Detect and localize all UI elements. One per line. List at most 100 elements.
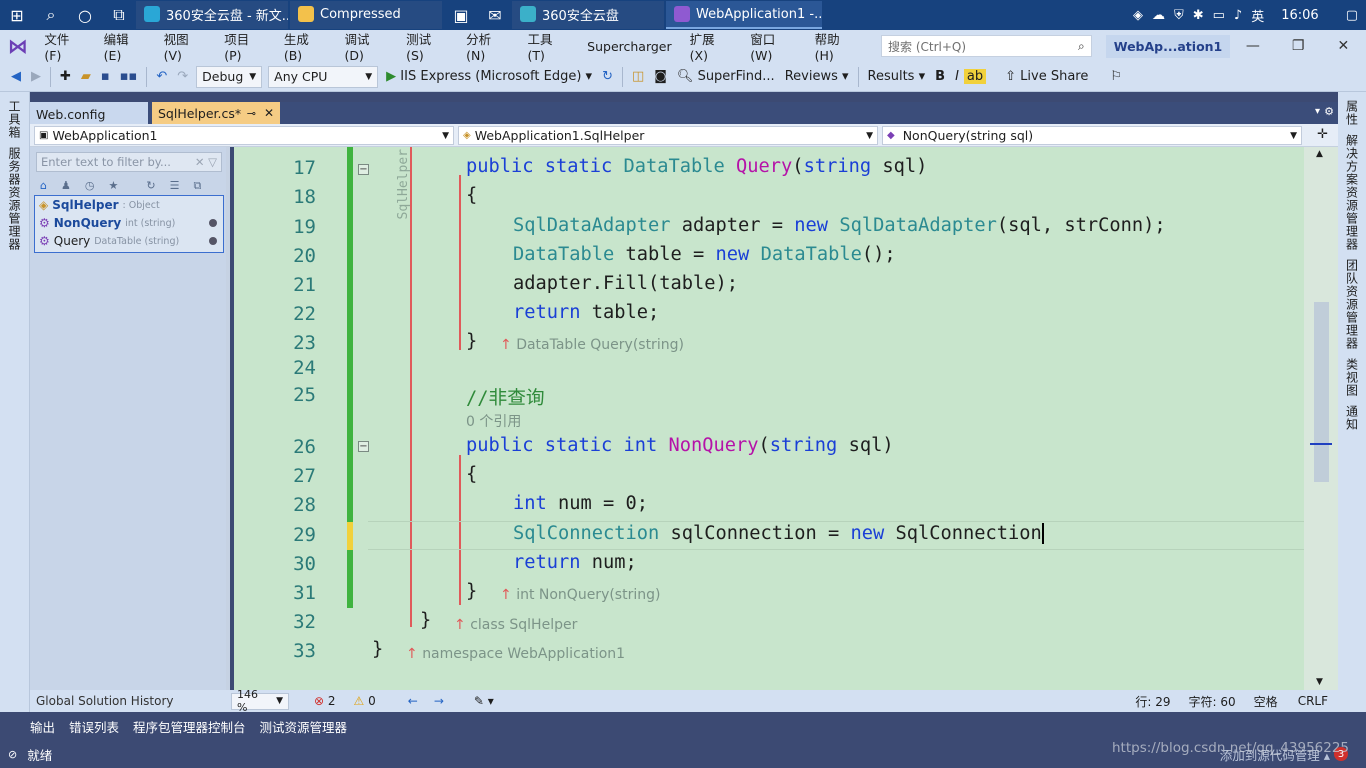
italic-button[interactable]: I — [950, 69, 964, 84]
toolbox-tab[interactable]: 工具箱 — [6, 100, 23, 139]
tab-web-config[interactable]: Web.config — [30, 102, 148, 124]
package-manager-console-tab[interactable]: 程序包管理器控制台 — [133, 717, 246, 736]
list-item[interactable]: ◈ SqlHelper : Object — [35, 196, 223, 214]
windows-start-icon[interactable]: ⊞ — [0, 0, 34, 30]
liveshare-button[interactable]: ⇧ Live Share — [1000, 69, 1093, 84]
tray-volume-icon[interactable]: ♪ — [1234, 8, 1242, 23]
tray-ime[interactable]: 英 — [1251, 6, 1264, 25]
menu-build[interactable]: 生成(B) — [275, 29, 336, 63]
save-icon[interactable]: ▪ — [96, 69, 115, 84]
taskbar-task-360[interactable]: 360安全云盘 — [512, 1, 664, 29]
brush-icon[interactable]: ✎ ▾ — [474, 694, 494, 708]
results-button[interactable]: Results ▾ — [863, 69, 931, 84]
global-history-tab[interactable]: Global Solution History — [30, 694, 228, 708]
class-view-tab[interactable]: 类视图 — [1344, 358, 1361, 397]
search-icon[interactable]: ⌕ — [34, 0, 68, 30]
mail-icon[interactable]: ✉ — [478, 0, 512, 30]
close-icon[interactable]: ✕ — [264, 106, 274, 120]
bold-button[interactable]: B — [930, 69, 950, 84]
highlight-icon[interactable]: ab — [963, 69, 987, 84]
list-icon[interactable]: ☰ — [170, 179, 180, 192]
reviews-button[interactable]: Reviews ▾ — [780, 69, 854, 84]
refresh-icon[interactable]: ↻ — [597, 69, 618, 84]
pin-icon[interactable]: ⊸ — [247, 107, 256, 120]
scroll-up-icon[interactable]: ▲ — [1316, 149, 1323, 159]
tray-shield-icon[interactable]: ⛨ — [1174, 8, 1184, 23]
menu-analyze[interactable]: 分析(N) — [457, 29, 518, 63]
collapse-toggle[interactable]: − — [358, 441, 369, 452]
store-icon[interactable]: ▣ — [444, 0, 478, 30]
settings-icon[interactable]: ⚙ — [1324, 105, 1334, 118]
menu-edit[interactable]: 编辑(E) — [95, 29, 155, 63]
menu-view[interactable]: 视图(V) — [155, 29, 216, 63]
clear-filter-icon[interactable]: ✕ ▽ — [195, 155, 217, 169]
minimize-button[interactable]: — — [1230, 38, 1275, 54]
restore-button[interactable]: ❐ — [1276, 38, 1321, 54]
list-item[interactable]: ⚙ Query DataTable (string) — [35, 232, 223, 250]
menu-test[interactable]: 测试(S) — [397, 29, 457, 63]
history-icon[interactable]: ◷ — [85, 179, 95, 192]
tab-sqlhelper[interactable]: SqlHelper.cs* ⊸ ✕ — [152, 102, 280, 124]
server-explorer-tab[interactable]: 服务器资源管理器 — [6, 147, 23, 251]
search-input[interactable]: 搜索 (Ctrl+Q) ⌕ — [881, 35, 1092, 57]
task-view-icon[interactable]: ⧉ — [102, 0, 136, 30]
menu-window[interactable]: 窗口(W) — [741, 29, 805, 63]
notifications-tab[interactable]: 通知 — [1344, 405, 1361, 431]
vertical-scrollbar[interactable]: ▲ ▼ — [1304, 147, 1338, 690]
back-icon[interactable]: ◀ — [6, 69, 26, 84]
solution-explorer-tab[interactable]: 解决方案资源管理器 — [1344, 134, 1361, 251]
tray-bluetooth-icon[interactable]: ✱ — [1193, 8, 1204, 23]
save-all-icon[interactable]: ▪▪ — [115, 69, 143, 84]
run-button[interactable]: ▶ IIS Express (Microsoft Edge) ▾ — [381, 69, 597, 84]
codelens-references[interactable]: 0 个引用 — [466, 411, 521, 431]
output-tab[interactable]: 输出 — [30, 717, 55, 736]
configuration-dropdown[interactable]: Debug ▼ — [196, 65, 263, 88]
copy-icon[interactable]: ⧉ — [193, 179, 201, 193]
menu-project[interactable]: 项目(P) — [215, 29, 275, 63]
home-icon[interactable]: ⌂ — [40, 179, 47, 192]
warning-count[interactable]: ⚠ 0 — [354, 694, 376, 708]
project-dropdown[interactable]: ▣ WebApplication1 ▼ — [34, 126, 454, 145]
redo-icon[interactable]: ↷ — [172, 69, 193, 84]
tray-network-icon[interactable]: ▭ — [1213, 8, 1225, 23]
properties-tab[interactable]: 属性 — [1344, 100, 1361, 126]
split-editor-icon[interactable]: ✛ — [1317, 127, 1328, 142]
scrollbar-thumb[interactable] — [1314, 302, 1329, 482]
collapse-toggle[interactable]: − — [358, 164, 369, 175]
forward-icon[interactable]: ▶ — [26, 69, 46, 84]
menu-tools[interactable]: 工具(T) — [518, 29, 578, 63]
zoom-dropdown[interactable]: 146 % ▼ — [231, 688, 289, 714]
platform-dropdown[interactable]: Any CPU ▼ — [268, 65, 379, 88]
superfind-button[interactable]: 🔍︎ SuperFind... — [672, 69, 780, 84]
screenshot-icon[interactable]: ◙ — [649, 69, 672, 84]
menu-file[interactable]: 文件(F) — [35, 29, 94, 63]
tray-app-icon[interactable]: ◈ — [1133, 8, 1143, 23]
browser-link-icon[interactable]: ◫ — [627, 69, 649, 84]
notification-icon[interactable]: ▢ — [1346, 8, 1358, 23]
scroll-down-icon[interactable]: ▼ — [1316, 677, 1323, 687]
undo-icon[interactable]: ↶ — [151, 69, 172, 84]
menu-supercharger[interactable]: Supercharger — [578, 39, 681, 54]
menu-extensions[interactable]: 扩展(X) — [681, 29, 742, 63]
taskbar-task-edge[interactable]: 360安全云盘 - 新文... — [136, 1, 288, 29]
cortana-icon[interactable]: ○ — [68, 0, 102, 30]
taskbar-task-vs[interactable]: WebApplication1 -... — [666, 1, 822, 29]
new-item-icon[interactable]: ✚ — [55, 69, 76, 84]
refresh-icon[interactable]: ↻ — [146, 179, 155, 192]
nav-forward-icon[interactable]: → — [434, 694, 444, 708]
list-item[interactable]: ⚙ NonQuery int (string) — [35, 214, 223, 232]
menu-debug[interactable]: 调试(D) — [335, 29, 397, 63]
test-explorer-tab[interactable]: 测试资源管理器 — [260, 717, 348, 736]
tray-clock[interactable]: 16:06 — [1281, 8, 1318, 23]
tab-overflow-icon[interactable]: ▾ — [1315, 106, 1320, 117]
menu-help[interactable]: 帮助(H) — [806, 29, 867, 63]
code-editor[interactable]: SqlHelper − − 17 18 19 20 21 22 23 24 25… — [234, 147, 1304, 690]
feedback-icon[interactable]: ⚐ — [1105, 69, 1127, 84]
open-icon[interactable]: ▰ — [76, 69, 96, 84]
close-window-button[interactable]: ✕ — [1321, 38, 1366, 54]
user-icon[interactable]: ♟ — [61, 179, 71, 192]
error-list-tab[interactable]: 错误列表 — [69, 717, 119, 736]
nav-back-icon[interactable]: ← — [408, 694, 418, 708]
filter-input[interactable]: Enter text to filter by... ✕ ▽ — [36, 152, 222, 172]
team-explorer-tab[interactable]: 团队资源管理器 — [1344, 259, 1361, 350]
